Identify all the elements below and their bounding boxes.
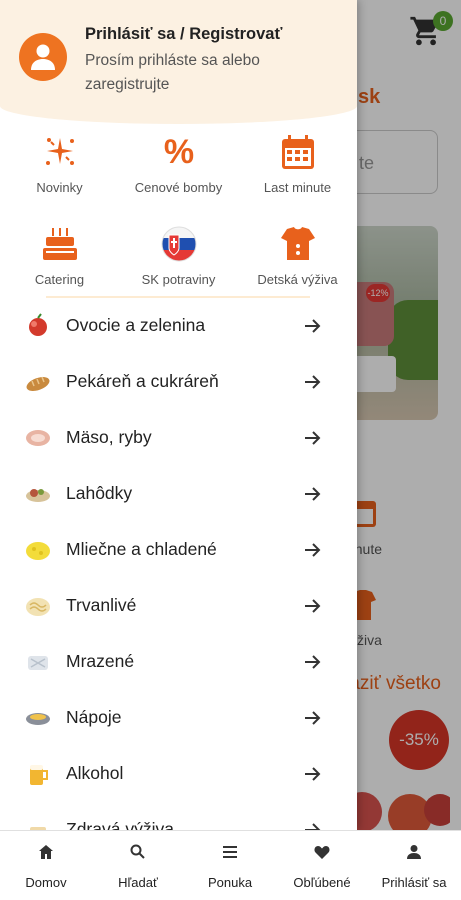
category-item[interactable]: Mäso, ryby xyxy=(0,410,357,466)
bread-icon xyxy=(26,376,50,391)
category-item[interactable]: Trvanlivé xyxy=(0,578,357,634)
drinks-icon xyxy=(26,713,50,725)
slovak-flag-icon xyxy=(161,226,197,262)
nav-home[interactable]: Domov xyxy=(0,831,92,900)
arrow-right-icon xyxy=(305,599,321,613)
svg-text:%: % xyxy=(164,133,194,171)
health-icon xyxy=(30,827,46,830)
category-item[interactable]: Alkohol xyxy=(0,746,357,802)
deli-icon xyxy=(26,489,50,502)
quick-link-label: Catering xyxy=(34,272,85,287)
baby-clothes-icon xyxy=(281,227,315,260)
category-item[interactable]: Mrazené xyxy=(0,634,357,690)
nav-search[interactable]: Hľadať xyxy=(92,831,184,900)
login-title[interactable]: Prihlásiť sa / Registrovať xyxy=(85,25,282,44)
beer-icon xyxy=(30,765,48,785)
cake-icon xyxy=(43,228,77,260)
nav-label: Ponuka xyxy=(207,875,253,890)
search-icon xyxy=(130,844,145,859)
nav-menu[interactable]: Ponuka xyxy=(184,831,276,900)
meat-icon xyxy=(26,430,50,446)
category-item[interactable]: Nápoje xyxy=(0,690,357,746)
category-label: Mliečne a chladené xyxy=(66,539,217,559)
arrow-right-icon xyxy=(305,655,321,669)
cheese-icon xyxy=(26,542,50,560)
frozen-icon xyxy=(28,656,48,670)
nav-favorites[interactable]: Obľúbené xyxy=(276,831,368,900)
calendar-icon xyxy=(282,135,314,169)
category-label: Pekáreň a cukráreň xyxy=(66,371,219,391)
category-item[interactable]: Mliečne a chladené xyxy=(0,522,357,578)
arrow-right-icon xyxy=(305,375,321,389)
category-label: Nápoje xyxy=(66,707,122,727)
quick-link-novinky[interactable]: Novinky xyxy=(0,128,119,208)
nav-label: Hľadať xyxy=(118,875,158,890)
category-item[interactable]: Ovocie a zelenina xyxy=(0,298,357,354)
arrow-right-icon xyxy=(305,823,321,830)
arrow-right-icon xyxy=(305,767,321,781)
category-label: Lahôdky xyxy=(66,483,133,503)
login-header[interactable]: Prihlásiť sa / Registrovať Prosím prihlá… xyxy=(0,0,357,124)
quick-link-cenove-bomby[interactable]: % Cenové bomby xyxy=(119,128,238,208)
category-item[interactable]: Zdravá výživa xyxy=(0,802,357,830)
nav-label: Obľúbené xyxy=(293,875,351,890)
category-item[interactable]: Pekáreň a cukráreň xyxy=(0,354,357,410)
home-icon xyxy=(39,845,53,859)
quick-link-label: SK potraviny xyxy=(141,272,216,287)
percent-icon: % xyxy=(164,133,194,171)
quick-link-label: Novinky xyxy=(36,180,83,195)
category-label: Alkohol xyxy=(66,763,124,783)
person-icon xyxy=(31,44,55,70)
category-label: Mrazené xyxy=(66,651,135,671)
person-icon xyxy=(407,845,421,859)
category-label: Ovocie a zelenina xyxy=(66,315,206,335)
arrow-right-icon xyxy=(305,431,321,445)
sparkle-icon xyxy=(46,138,74,165)
login-subtitle: Prosím prihláste sa alebo zaregistrujte xyxy=(85,52,260,93)
heart-icon xyxy=(314,846,330,859)
quick-link-catering[interactable]: Catering xyxy=(0,220,119,300)
pasta-icon xyxy=(26,598,50,616)
menu-icon xyxy=(223,846,237,858)
nav-login[interactable]: Prihlásiť sa xyxy=(368,831,460,900)
category-label: Trvanlivé xyxy=(66,595,137,615)
arrow-right-icon xyxy=(305,711,321,725)
quick-link-sk-potraviny[interactable]: SK potraviny xyxy=(119,220,238,300)
category-item[interactable]: Lahôdky xyxy=(0,466,357,522)
arrow-right-icon xyxy=(305,319,321,333)
arrow-right-icon xyxy=(305,487,321,501)
nav-label: Prihlásiť sa xyxy=(381,875,447,890)
quick-link-label: Cenové bomby xyxy=(134,180,223,195)
quick-link-detska-vyziva[interactable]: Detská výživa xyxy=(238,220,357,300)
bottom-navigation: Domov Hľadať Ponuka Obľúbené Prihlásiť s… xyxy=(0,830,461,900)
quick-link-label: Detská výživa xyxy=(257,272,338,287)
navigation-drawer: Prihlásiť sa / Registrovať Prosím prihlá… xyxy=(0,0,357,830)
category-label: Zdravá výživa xyxy=(66,819,174,830)
fruit-icon xyxy=(29,313,47,336)
quick-link-label: Last minute xyxy=(263,180,332,195)
category-label: Mäso, ryby xyxy=(66,427,152,447)
nav-label: Domov xyxy=(25,875,67,890)
arrow-right-icon xyxy=(305,543,321,557)
quick-link-last-minute[interactable]: Last minute xyxy=(238,128,357,208)
avatar xyxy=(19,33,67,81)
